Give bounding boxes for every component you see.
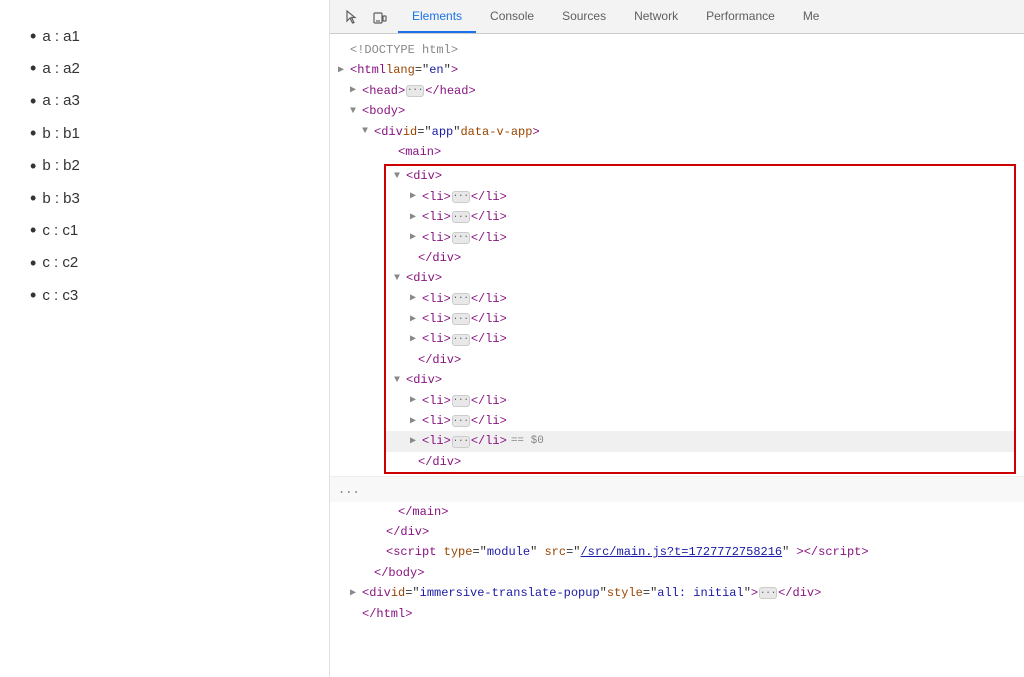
page-item: •b : b3 — [30, 182, 299, 214]
inspect-element-icon[interactable] — [338, 3, 366, 31]
page-item-label: a : a2 — [42, 55, 80, 82]
devtools-panel: Elements Console Sources Network Perform… — [330, 0, 1024, 677]
li-ellipsis: ··· — [452, 211, 470, 223]
dom-main-open[interactable]: <main> — [330, 142, 1024, 162]
li-ellipsis: ··· — [452, 395, 470, 407]
page-item-label: a : a1 — [42, 23, 80, 50]
tab-network[interactable]: Network — [620, 0, 692, 33]
page-items-list: •a : a1•a : a2•a : a3•b : b1•b : b2•b : … — [30, 20, 299, 312]
dom-li-1-1[interactable]: <li> ··· </li> — [386, 187, 1014, 207]
bullet: • — [30, 214, 36, 246]
li-ellipsis: ··· — [452, 313, 470, 325]
dom-html-close: </html> — [330, 604, 1024, 624]
page-item-label: c : c3 — [42, 282, 78, 309]
devtools-toolbar: Elements Console Sources Network Perform… — [330, 0, 1024, 34]
device-toggle-icon[interactable] — [366, 3, 394, 31]
dom-script-line[interactable]: <script type="module" src="/src/main.js?… — [330, 542, 1024, 562]
elements-panel: <!DOCTYPE html> <html lang="en" > <head>… — [330, 34, 1024, 677]
dom-li-3-2[interactable]: <li> ··· </li> — [386, 411, 1014, 431]
page-content: •a : a1•a : a2•a : a3•b : b1•b : b2•b : … — [0, 0, 330, 677]
li-ellipsis: ··· — [452, 334, 470, 346]
dom-immersive-line[interactable]: <div id="immersive-translate-popup" styl… — [330, 583, 1024, 603]
dom-div-app-open[interactable]: <div id="app" data-v-app > — [330, 122, 1024, 142]
tab-elements[interactable]: Elements — [398, 0, 476, 33]
li-ellipsis: ··· — [452, 293, 470, 305]
dom-main-close: </main> — [330, 502, 1024, 522]
dom-doctype-line: <!DOCTYPE html> — [330, 40, 1024, 60]
dom-li-3-3-selected[interactable]: <li> ··· </li> == $0 — [386, 431, 1014, 451]
dom-div2-open[interactable]: <div> — [386, 268, 1014, 288]
tab-console[interactable]: Console — [476, 0, 548, 33]
three-dots-text: ... — [338, 479, 360, 499]
li-ellipsis: ··· — [452, 191, 470, 203]
highlighted-dom-group: <div> <li> ··· </li> <li> ··· </li> <li>… — [384, 164, 1016, 474]
bullet: • — [30, 52, 36, 84]
li-ellipsis: ··· — [452, 436, 470, 448]
bullet: • — [30, 247, 36, 279]
dom-html-open[interactable]: <html lang="en" > — [330, 60, 1024, 80]
page-item-label: b : b1 — [42, 120, 80, 147]
page-item: •c : c3 — [30, 279, 299, 311]
dom-div3-close: </div> — [386, 452, 1014, 472]
dom-div2-close: </div> — [386, 350, 1014, 370]
dom-div-app-close: </div> — [330, 522, 1024, 542]
dom-li-2-2[interactable]: <li> ··· </li> — [386, 309, 1014, 329]
page-item-label: b : b2 — [42, 152, 80, 179]
dom-li-3-1[interactable]: <li> ··· </li> — [386, 391, 1014, 411]
tab-more[interactable]: Me — [789, 0, 834, 33]
dom-li-2-3[interactable]: <li> ··· </li> — [386, 329, 1014, 349]
page-item: •c : c1 — [30, 214, 299, 246]
page-item: •c : c2 — [30, 247, 299, 279]
three-dots-bar: ... — [330, 476, 1024, 501]
page-item-label: c : c2 — [42, 249, 78, 276]
page-item-label: a : a3 — [42, 87, 80, 114]
li-ellipsis: ··· — [452, 415, 470, 427]
bullet: • — [30, 85, 36, 117]
bullet: • — [30, 150, 36, 182]
page-item: •a : a1 — [30, 20, 299, 52]
tab-sources[interactable]: Sources — [548, 0, 620, 33]
bullet: • — [30, 182, 36, 214]
page-item: •a : a3 — [30, 85, 299, 117]
tab-performance[interactable]: Performance — [692, 0, 789, 33]
bullet: • — [30, 279, 36, 311]
bullet: • — [30, 20, 36, 52]
dom-div3-open[interactable]: <div> — [386, 370, 1014, 390]
div-ellipsis: ··· — [759, 587, 777, 599]
doctype-text: <!DOCTYPE html> — [350, 40, 458, 60]
dom-li-1-3[interactable]: <li> ··· </li> — [386, 228, 1014, 248]
bullet: • — [30, 117, 36, 149]
devtools-tabs: Elements Console Sources Network Perform… — [398, 0, 833, 33]
page-item: •b : b1 — [30, 117, 299, 149]
dom-li-2-1[interactable]: <li> ··· </li> — [386, 289, 1014, 309]
li-ellipsis: ··· — [452, 232, 470, 244]
dom-li-1-2[interactable]: <li> ··· </li> — [386, 207, 1014, 227]
dom-div1-open[interactable]: <div> — [386, 166, 1014, 186]
head-ellipsis: ··· — [406, 85, 424, 97]
dom-head-line[interactable]: <head> ··· </head> — [330, 81, 1024, 101]
dom-div1-close: </div> — [386, 248, 1014, 268]
page-item: •b : b2 — [30, 150, 299, 182]
page-item: •a : a2 — [30, 52, 299, 84]
dom-body-open[interactable]: <body> — [330, 101, 1024, 121]
page-item-label: b : b3 — [42, 185, 80, 212]
page-item-label: c : c1 — [42, 217, 78, 244]
dollar-zero-indicator: == $0 — [511, 432, 544, 451]
dom-body-close: </body> — [330, 563, 1024, 583]
